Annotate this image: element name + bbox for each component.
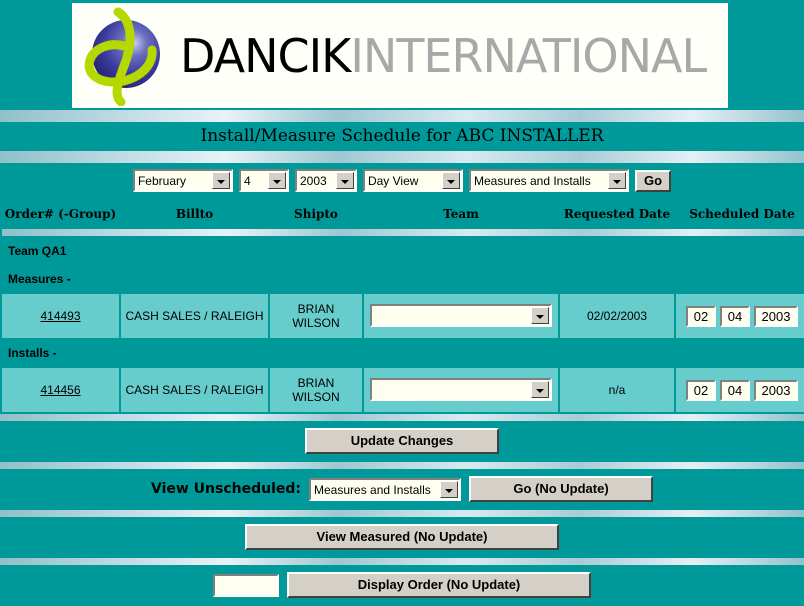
divider-band xyxy=(0,110,804,122)
team-group-label: Team QA1 xyxy=(2,238,804,264)
view-unscheduled-bar: View Unscheduled: Measures and Installs … xyxy=(0,469,804,510)
view-mode-select-value: Day View xyxy=(367,174,419,188)
record-type-select-value: Measures and Installs xyxy=(473,174,591,188)
team-group-row: Team QA1 xyxy=(2,238,804,264)
requested-date-cell: n/a xyxy=(560,368,674,412)
order-link[interactable]: 414456 xyxy=(40,383,80,397)
column-header-order: Order# (-Group) xyxy=(2,201,119,227)
section-installs-row: Installs - xyxy=(2,340,804,366)
divider-band xyxy=(0,462,804,469)
update-changes-button[interactable]: Update Changes xyxy=(305,428,499,454)
scheduled-date-fields: 02 04 2003 xyxy=(679,379,804,401)
schedule-table: Order# (-Group) Billto Shipto Team Reque… xyxy=(0,199,804,414)
view-measured-bar: View Measured (No Update) xyxy=(0,517,804,558)
table-header-row: Order# (-Group) Billto Shipto Team Reque… xyxy=(2,201,804,227)
team-select[interactable] xyxy=(370,378,552,401)
scheduled-year-input[interactable]: 2003 xyxy=(754,305,798,327)
section-label-installs: Installs - xyxy=(2,340,804,366)
chevron-down-icon[interactable] xyxy=(335,172,354,189)
order-link[interactable]: 414493 xyxy=(40,309,80,323)
requested-date-cell: 02/02/2003 xyxy=(560,294,674,338)
chevron-down-icon[interactable] xyxy=(440,480,459,498)
billto-cell: CASH SALES / RALEIGH xyxy=(121,294,268,338)
chevron-down-icon[interactable] xyxy=(531,307,549,324)
year-select[interactable]: 2003 xyxy=(294,169,357,192)
team-select[interactable] xyxy=(370,304,552,327)
shipto-cell: BRIAN WILSON xyxy=(270,368,362,412)
team-select-value xyxy=(372,306,531,325)
column-header-requested-date: Requested Date xyxy=(560,201,674,227)
page-title-bar: Install/Measure Schedule for ABC INSTALL… xyxy=(0,122,804,151)
section-measures-row: Measures - xyxy=(2,266,804,292)
team-select-value xyxy=(372,380,531,399)
day-select-value: 4 xyxy=(243,174,251,188)
page-title: Install/Measure Schedule for ABC INSTALL… xyxy=(200,126,604,146)
scheduled-month-input[interactable]: 02 xyxy=(686,379,716,401)
divider-band xyxy=(0,151,804,163)
chevron-down-icon[interactable] xyxy=(607,172,626,189)
page-banner: DANCIKINTERNATIONAL xyxy=(0,0,804,110)
scheduled-date-fields: 02 04 2003 xyxy=(679,305,804,327)
dancik-globe-logo-icon xyxy=(74,6,178,106)
go-no-update-button[interactable]: Go (No Update) xyxy=(469,476,654,502)
view-mode-select[interactable]: Day View xyxy=(362,169,463,192)
chevron-down-icon[interactable] xyxy=(267,172,286,189)
shipto-cell: BRIAN WILSON xyxy=(270,294,362,338)
scheduled-date-cell: 02 04 2003 xyxy=(676,294,804,338)
month-select-value: February xyxy=(137,174,186,188)
view-unscheduled-select-value: Measures and Installs xyxy=(314,482,431,497)
year-select-value: 2003 xyxy=(299,174,327,188)
column-header-scheduled-date: Scheduled Date xyxy=(676,201,804,227)
scheduled-day-input[interactable]: 04 xyxy=(720,379,750,401)
scheduled-year-input[interactable]: 2003 xyxy=(754,379,798,401)
logo-container: DANCIKINTERNATIONAL xyxy=(72,3,728,108)
display-order-bar: Display Order (No Update) xyxy=(0,565,804,606)
brand-primary: DANCIK xyxy=(180,28,351,83)
billto-cell: CASH SALES / RALEIGH xyxy=(121,368,268,412)
update-changes-bar: Update Changes xyxy=(0,421,804,462)
day-select[interactable]: 4 xyxy=(238,169,289,192)
chevron-down-icon[interactable] xyxy=(211,172,230,189)
filter-toolbar: February 4 2003 Day View Measures and In… xyxy=(0,163,804,199)
display-order-input[interactable] xyxy=(213,573,279,597)
team-cell xyxy=(364,368,558,412)
view-measured-button[interactable]: View Measured (No Update) xyxy=(245,524,559,550)
chevron-down-icon[interactable] xyxy=(441,172,460,189)
go-button[interactable]: Go xyxy=(634,169,672,192)
month-select[interactable]: February xyxy=(132,169,233,192)
order-cell: 414493 xyxy=(2,294,119,338)
record-type-select[interactable]: Measures and Installs xyxy=(468,169,629,192)
scheduled-date-cell: 02 04 2003 xyxy=(676,368,804,412)
brand-secondary: INTERNATIONAL xyxy=(350,28,707,83)
divider-band xyxy=(0,414,804,421)
column-header-team: Team xyxy=(364,201,558,227)
section-label-measures: Measures - xyxy=(2,266,804,292)
team-cell xyxy=(364,294,558,338)
order-cell: 414456 xyxy=(2,368,119,412)
view-unscheduled-select[interactable]: Measures and Installs xyxy=(309,477,462,501)
divider-band xyxy=(0,510,804,517)
column-header-shipto: Shipto xyxy=(270,201,362,227)
column-header-billto: Billto xyxy=(121,201,268,227)
brand-wordmark: DANCIKINTERNATIONAL xyxy=(180,28,707,83)
table-row: 414493 CASH SALES / RALEIGH BRIAN WILSON… xyxy=(2,294,804,338)
divider-row xyxy=(2,229,804,236)
chevron-down-icon[interactable] xyxy=(531,381,549,398)
scheduled-month-input[interactable]: 02 xyxy=(686,305,716,327)
display-order-button[interactable]: Display Order (No Update) xyxy=(287,572,591,598)
view-unscheduled-label: View Unscheduled: xyxy=(150,481,302,497)
scheduled-day-input[interactable]: 04 xyxy=(720,305,750,327)
divider-band xyxy=(0,558,804,565)
table-row: 414456 CASH SALES / RALEIGH BRIAN WILSON… xyxy=(2,368,804,412)
